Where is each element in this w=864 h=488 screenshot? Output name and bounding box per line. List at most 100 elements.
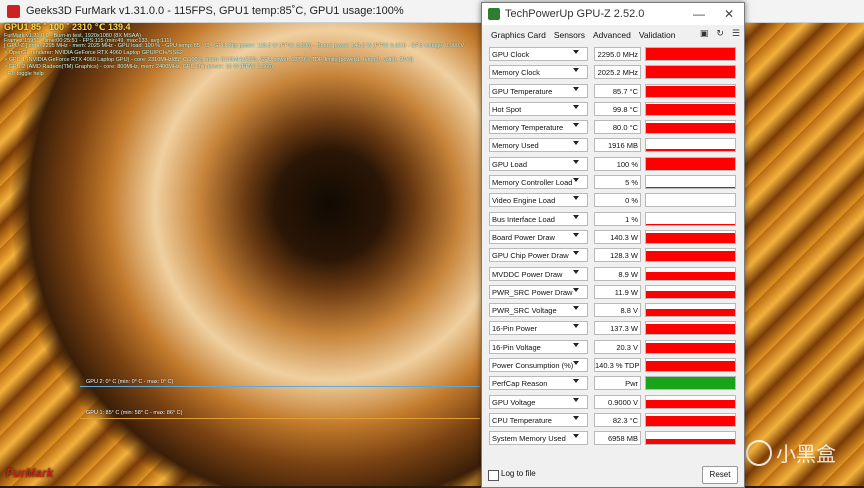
- furmark-overlay-line: > OpenGL renderer: NVIDIA GeForce RTX 40…: [4, 50, 183, 57]
- sensor-graph: [645, 303, 736, 317]
- sensor-value: 128.3 W: [594, 248, 641, 262]
- sensor-value: 1916 MB: [594, 138, 641, 152]
- chevron-down-icon[interactable]: [573, 50, 579, 54]
- gpuz-window: TechPowerUp GPU-Z 2.52.0 — ✕ Graphics Ca…: [481, 2, 745, 488]
- sensor-row: Hot Spot99.8 °C: [488, 100, 738, 118]
- chevron-down-icon[interactable]: [573, 105, 579, 109]
- furmark-logo: FurMark: [6, 466, 53, 480]
- camera-icon[interactable]: ▣: [700, 28, 709, 39]
- tab-graphics-card[interactable]: Graphics Card: [487, 30, 550, 40]
- sensor-graph-fill: [646, 400, 735, 407]
- sensor-row: Memory Temperature80.0 °C: [488, 118, 738, 136]
- sensor-value: 80.0 °C: [594, 120, 641, 134]
- close-button[interactable]: ✕: [714, 3, 744, 25]
- sensor-value: 99.8 °C: [594, 102, 641, 116]
- log-to-file-label: Log to file: [501, 469, 536, 478]
- sensor-graph: [645, 321, 736, 335]
- chevron-down-icon[interactable]: [573, 251, 579, 255]
- furmark-stats-readout: GPU1 85 ˚ 100 ˚ 2310 ℃ 139.4: [4, 22, 130, 33]
- sensor-value: 8.9 W: [594, 267, 641, 281]
- chevron-down-icon[interactable]: [573, 196, 579, 200]
- chevron-down-icon[interactable]: [573, 306, 579, 310]
- gpuz-titlebar[interactable]: TechPowerUp GPU-Z 2.52.0 — ✕: [482, 3, 744, 25]
- gpu2-temp-graph-label: GPU 2: 0° C (min: 0° C - max: 0° C): [86, 379, 173, 385]
- sensor-graph-fill: [646, 324, 735, 334]
- tab-sensors[interactable]: Sensors: [550, 30, 589, 40]
- chevron-down-icon[interactable]: [573, 141, 579, 145]
- gpu2-temp-graph-line: [80, 386, 480, 387]
- sensor-list: GPU Clock2295.0 MHzMemory Clock2025.2 MH…: [488, 45, 738, 448]
- watermark-text: 小黑盒: [776, 438, 836, 467]
- sensor-graph: [645, 248, 736, 262]
- gpuz-app-icon: [488, 8, 500, 20]
- sensor-row: PWR_SRC Power Draw11.9 W: [488, 283, 738, 301]
- chevron-down-icon[interactable]: [573, 233, 579, 237]
- sensor-graph-fill: [646, 48, 735, 60]
- sensor-graph-fill: [646, 361, 735, 371]
- sensor-value: 85.7 °C: [594, 84, 641, 98]
- chevron-down-icon[interactable]: [573, 270, 579, 274]
- watermark: 小黑盒: [746, 438, 836, 467]
- sensor-graph: [645, 65, 736, 79]
- reset-button[interactable]: Reset: [702, 466, 738, 484]
- sensor-row: 16-Pin Power137.3 W: [488, 319, 738, 337]
- chevron-down-icon[interactable]: [573, 398, 579, 402]
- furmark-app-icon: [7, 5, 20, 18]
- sensor-graph-fill: [646, 291, 735, 298]
- log-to-file-checkbox[interactable]: [488, 470, 499, 481]
- tab-advanced[interactable]: Advanced: [589, 30, 635, 40]
- chevron-down-icon[interactable]: [573, 160, 579, 164]
- sensor-row: 16-Pin Voltage20.3 V: [488, 338, 738, 356]
- sensor-row: Memory Used1916 MB: [488, 136, 738, 154]
- sensor-graph-fill: [646, 251, 735, 261]
- menu-icon[interactable]: ☰: [732, 28, 740, 39]
- sensor-graph: [645, 358, 736, 372]
- chevron-down-icon[interactable]: [573, 379, 579, 383]
- sensor-graph: [645, 47, 736, 61]
- furmark-overlay-line: > GPU 2 (AMD Radeon(TM) Graphics) - core…: [4, 64, 273, 71]
- sensor-value: 1 %: [594, 212, 641, 226]
- sensor-graph-fill: [646, 272, 735, 279]
- chevron-down-icon[interactable]: [573, 416, 579, 420]
- gpuz-tab-bar: Graphics Card Sensors Advanced Validatio…: [482, 25, 744, 45]
- sensor-graph: [645, 102, 736, 116]
- sensor-row: GPU Temperature85.7 °C: [488, 82, 738, 100]
- sensor-graph-fill: [646, 158, 735, 170]
- chevron-down-icon[interactable]: [573, 123, 579, 127]
- sensor-row: GPU Voltage0.9000 V: [488, 393, 738, 411]
- chevron-down-icon[interactable]: [573, 68, 579, 72]
- sensor-value: 11.9 W: [594, 285, 641, 299]
- chevron-down-icon[interactable]: [573, 288, 579, 292]
- sensor-graph-fill: [646, 233, 735, 243]
- chevron-down-icon[interactable]: [573, 215, 579, 219]
- sensor-graph: [645, 340, 736, 354]
- sensor-value: 20.3 V: [594, 340, 641, 354]
- watermark-icon: [746, 440, 772, 466]
- tab-tools: ▣ ↻ ☰: [700, 28, 740, 39]
- sensor-value: 100 %: [594, 157, 641, 171]
- sensor-row: GPU Chip Power Draw128.3 W: [488, 246, 738, 264]
- chevron-down-icon[interactable]: [573, 87, 579, 91]
- sensor-row: GPU Clock2295.0 MHz: [488, 45, 738, 63]
- chevron-down-icon[interactable]: [573, 361, 579, 365]
- tab-validation[interactable]: Validation: [635, 30, 680, 40]
- minimize-button[interactable]: —: [684, 3, 714, 25]
- sensor-graph-fill: [646, 309, 735, 316]
- chevron-down-icon[interactable]: [573, 343, 579, 347]
- sensor-value: 8.8 V: [594, 303, 641, 317]
- sensor-graph-fill: [646, 416, 735, 426]
- chevron-down-icon[interactable]: [573, 434, 579, 438]
- chevron-down-icon[interactable]: [573, 178, 579, 182]
- sensor-graph-fill: [646, 439, 735, 444]
- sensor-graph: [645, 267, 736, 281]
- refresh-icon[interactable]: ↻: [716, 28, 724, 39]
- chevron-down-icon[interactable]: [573, 324, 579, 328]
- sensor-row: Memory Controller Load5 %: [488, 173, 738, 191]
- sensor-graph: [645, 157, 736, 171]
- sensor-graph: [645, 120, 736, 134]
- furmark-overlay-line: [ GPU-Z ] core: 2295 MHz - mem: 2025 MHz…: [4, 43, 464, 50]
- gpu1-temp-graph-line: [80, 418, 480, 419]
- sensor-graph-fill: [646, 104, 735, 115]
- sensor-value: 5 %: [594, 175, 641, 189]
- sensor-graph: [645, 413, 736, 427]
